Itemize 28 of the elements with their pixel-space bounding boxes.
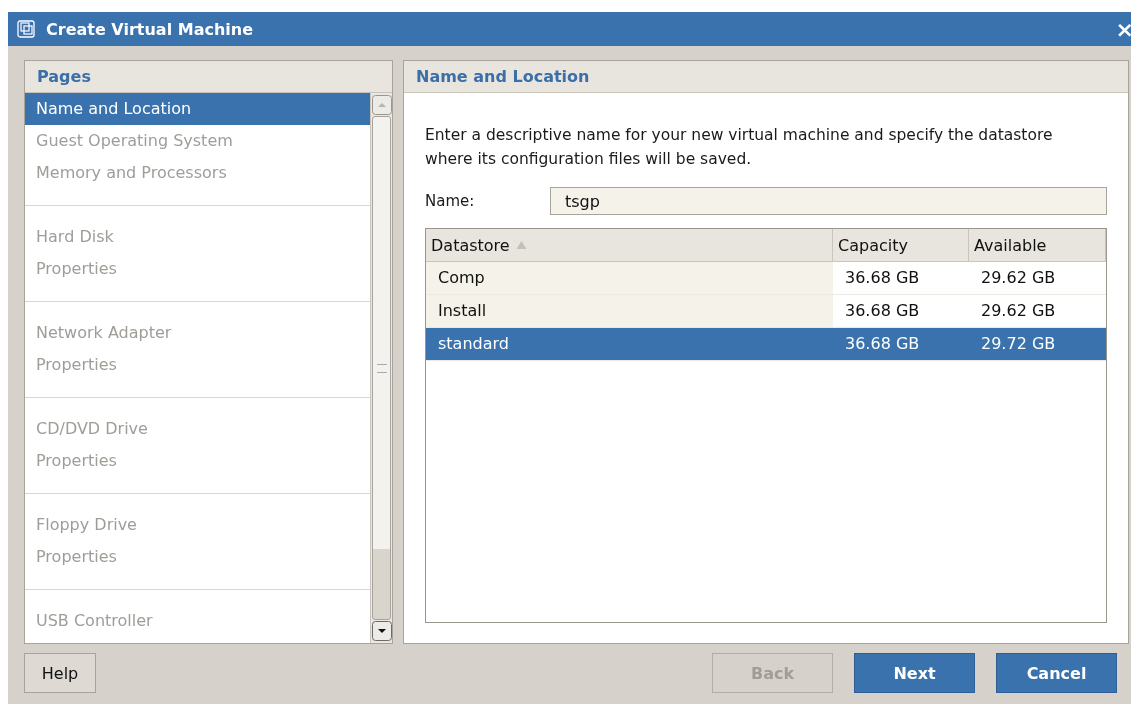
table-row[interactable]: Install 36.68 GB 29.62 GB: [426, 295, 1106, 328]
dialog-button[interactable]: Help: [24, 653, 96, 693]
close-button[interactable]: ×: [1115, 16, 1131, 42]
table-cell: Install: [426, 295, 833, 327]
section-title: Name and Location: [416, 67, 590, 86]
scroll-thumb[interactable]: [372, 116, 391, 620]
table-cell: 29.72 GB: [969, 328, 1106, 360]
scroll-down-icon[interactable]: [372, 621, 392, 641]
name-field[interactable]: tsgp: [550, 187, 1107, 215]
window-title: Create Virtual Machine: [46, 19, 254, 39]
table-row[interactable]: standard 36.68 GB 29.72 GB: [426, 328, 1106, 361]
column-header[interactable]: Available: [969, 229, 1106, 261]
name-label: Name:: [425, 192, 476, 210]
dialog-button[interactable]: Next: [854, 653, 975, 693]
column-header[interactable]: Capacity: [833, 229, 969, 261]
description-text: Enter a descriptive name for your new virtual machine and specify the datastore where its configuration files will be saved.: [425, 125, 1054, 170]
sort-up-icon: [515, 241, 527, 249]
table-cell: Comp: [426, 262, 833, 294]
table-row[interactable]: Comp 36.68 GB 29.62 GB: [426, 262, 1106, 295]
pages-title: Pages: [37, 67, 91, 86]
stacked-windows-icon: [16, 19, 36, 39]
page-item[interactable]: Name and Location: [25, 93, 370, 125]
scroll-up-icon[interactable]: [372, 95, 392, 115]
scrollbar[interactable]: [370, 93, 392, 643]
table-cell: standard: [426, 328, 833, 360]
dialog-button[interactable]: Cancel: [996, 653, 1117, 693]
table-cell: 36.68 GB: [833, 328, 969, 360]
column-header[interactable]: Datastore: [426, 229, 833, 261]
